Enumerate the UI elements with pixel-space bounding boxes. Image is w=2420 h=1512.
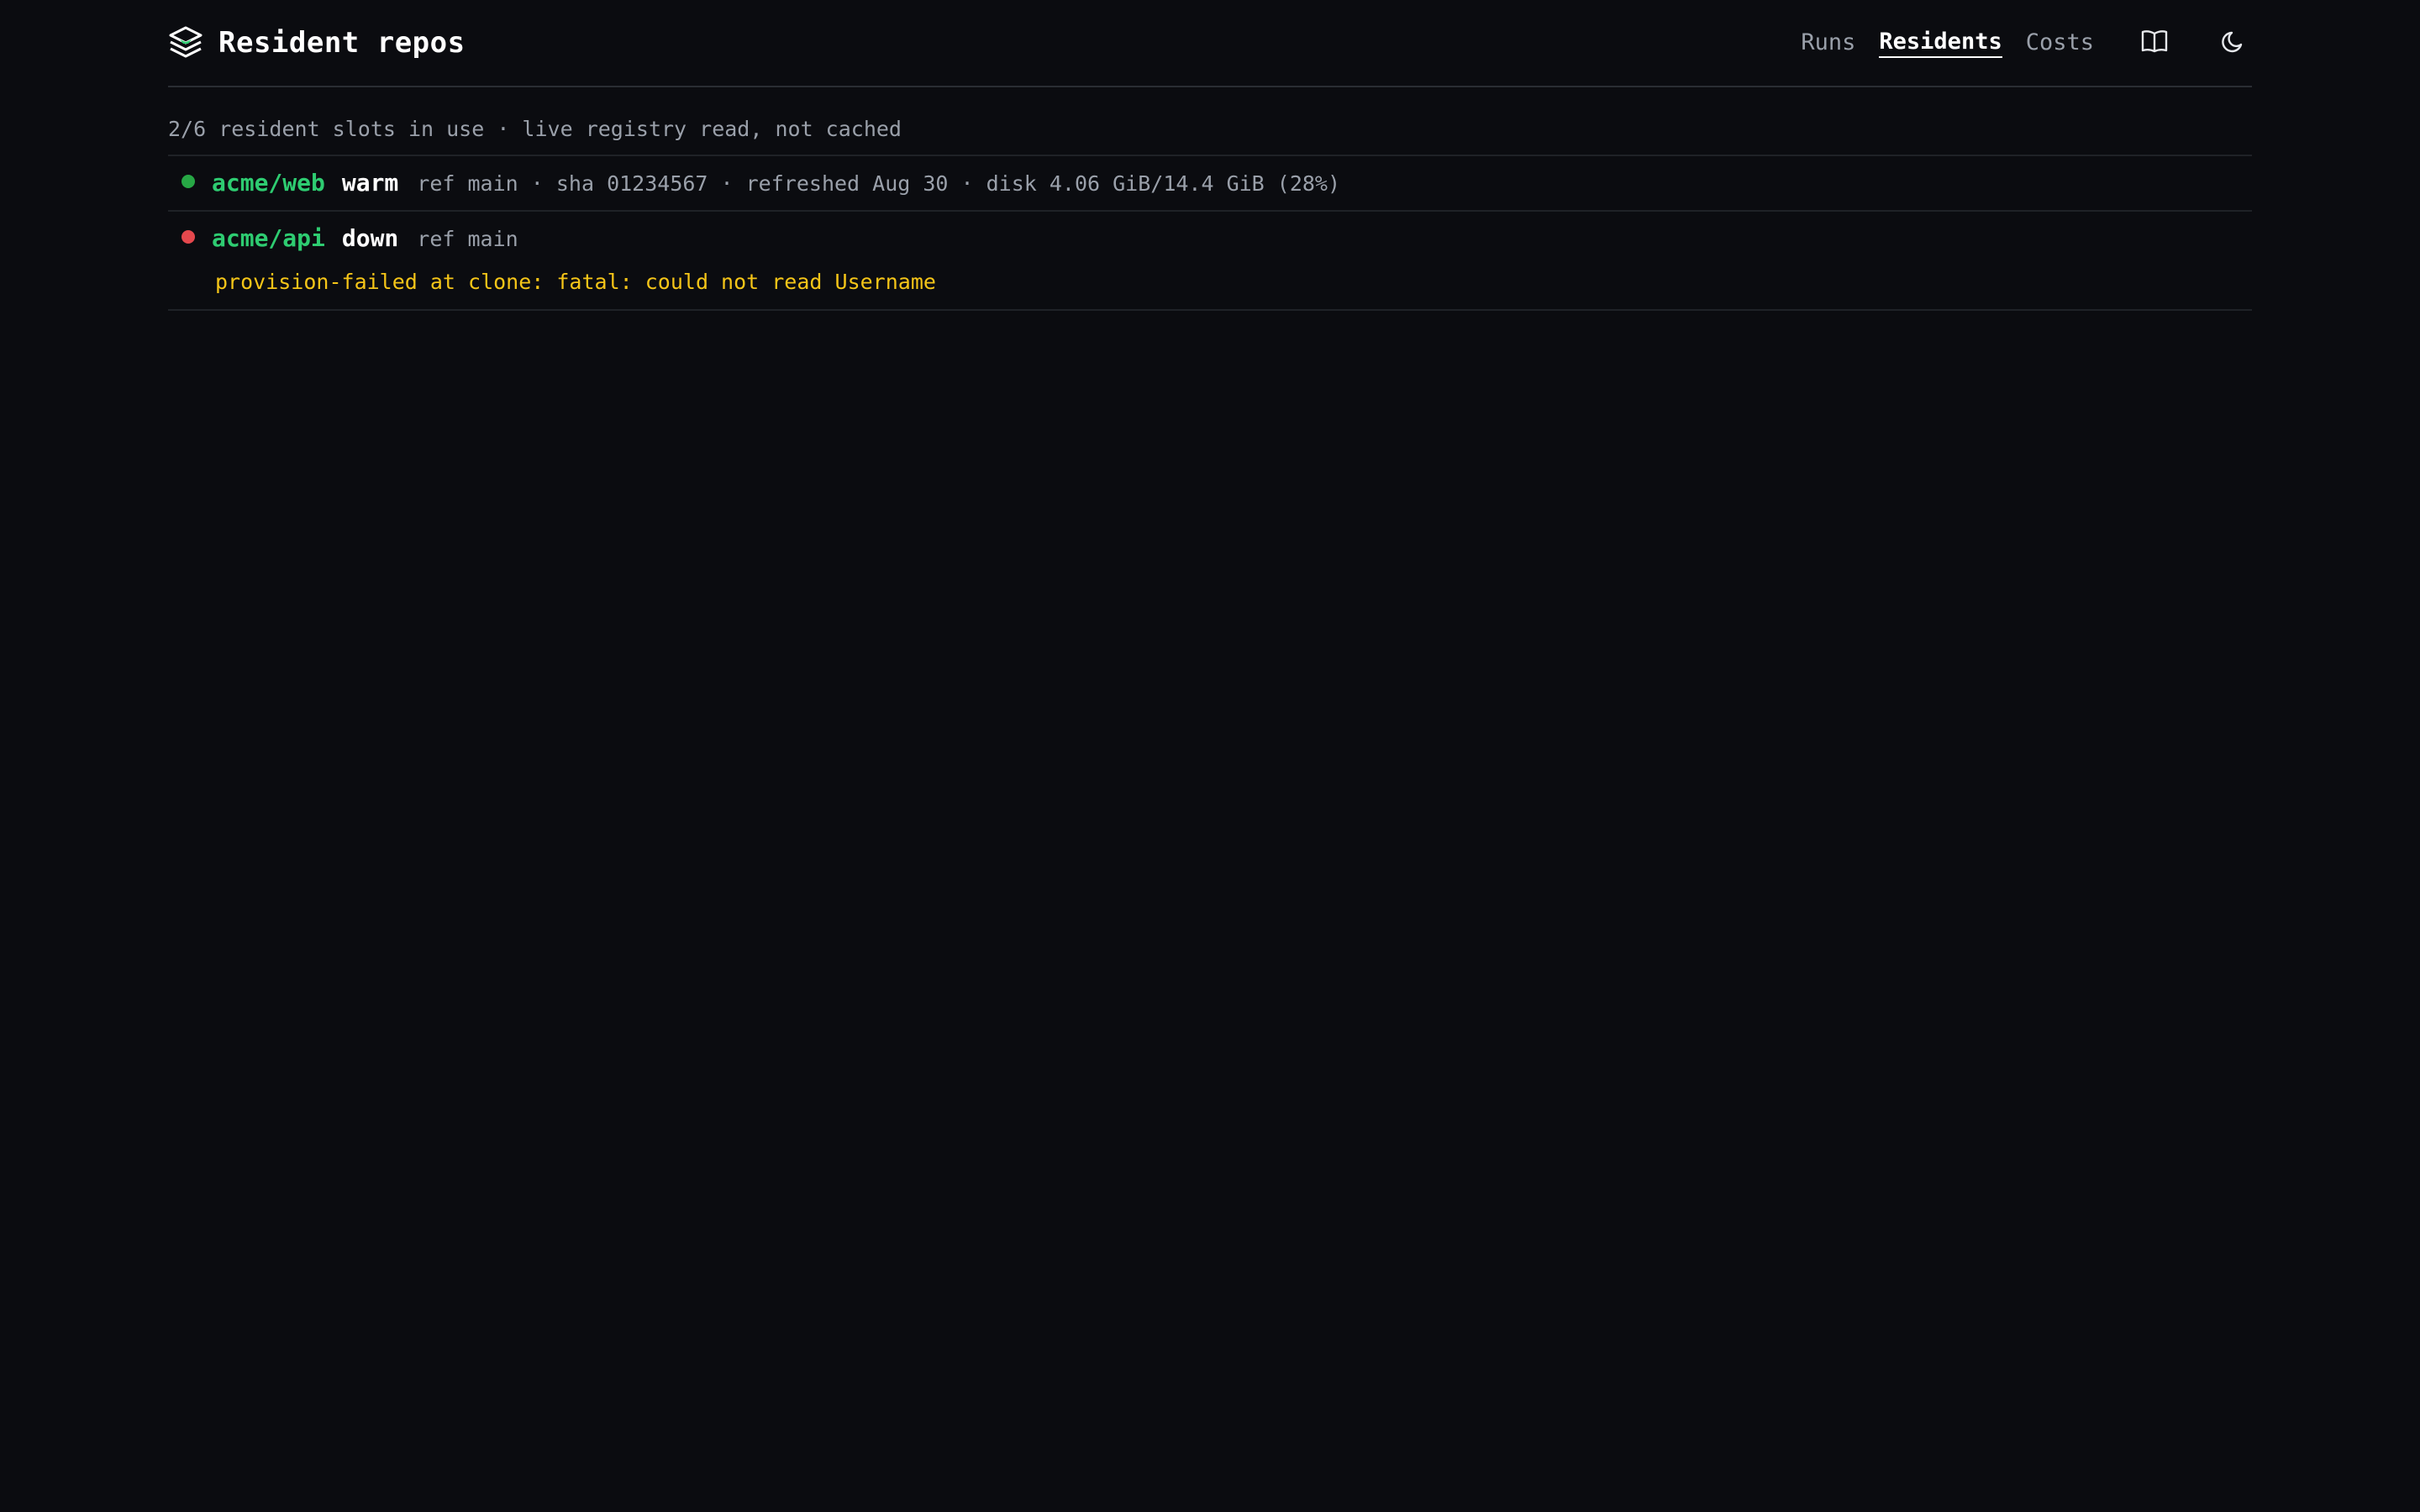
- nav-link-runs[interactable]: Runs: [1801, 29, 1855, 57]
- status-badge: warm: [341, 169, 399, 197]
- book-open-icon: [2141, 29, 2168, 56]
- nav-link-residents[interactable]: Residents: [1879, 29, 2002, 58]
- resident-row-web: acme/web warm ref main · sha 01234567 · …: [168, 156, 2252, 212]
- status-dot: [182, 230, 195, 244]
- page-title: Resident repos: [218, 26, 466, 60]
- repo-name[interactable]: acme/web: [212, 156, 325, 210]
- theme-toggle-button[interactable]: [2215, 24, 2252, 61]
- header: Resident repos Runs Residents Costs: [168, 0, 2252, 87]
- moon-icon: [2221, 29, 2246, 57]
- top-nav: Runs Residents Costs: [1801, 24, 2252, 61]
- resident-row-line: acme/web warm ref main · sha 01234567 · …: [182, 156, 2252, 210]
- status-dot: [182, 175, 195, 188]
- resident-row-api: acme/api down ref main provision-failed …: [168, 212, 2252, 311]
- resident-meta: ref main: [417, 227, 518, 251]
- status-badge: down: [341, 224, 399, 252]
- error-message: provision-failed at clone: fatal: could …: [215, 270, 936, 294]
- resident-row-line: acme/api down ref main: [182, 212, 2252, 265]
- layers-icon: [168, 25, 203, 60]
- brand: Resident repos: [168, 25, 466, 60]
- repo-name[interactable]: acme/api: [212, 212, 325, 265]
- docs-button[interactable]: [2136, 24, 2173, 61]
- slots-summary: 2/6 resident slots in use · live registr…: [168, 87, 2252, 156]
- page: Resident repos Runs Residents Costs 2/6 …: [168, 0, 2252, 311]
- nav-link-costs[interactable]: Costs: [2026, 29, 2094, 57]
- resident-meta: ref main · sha 01234567 · refreshed Aug …: [417, 171, 1341, 196]
